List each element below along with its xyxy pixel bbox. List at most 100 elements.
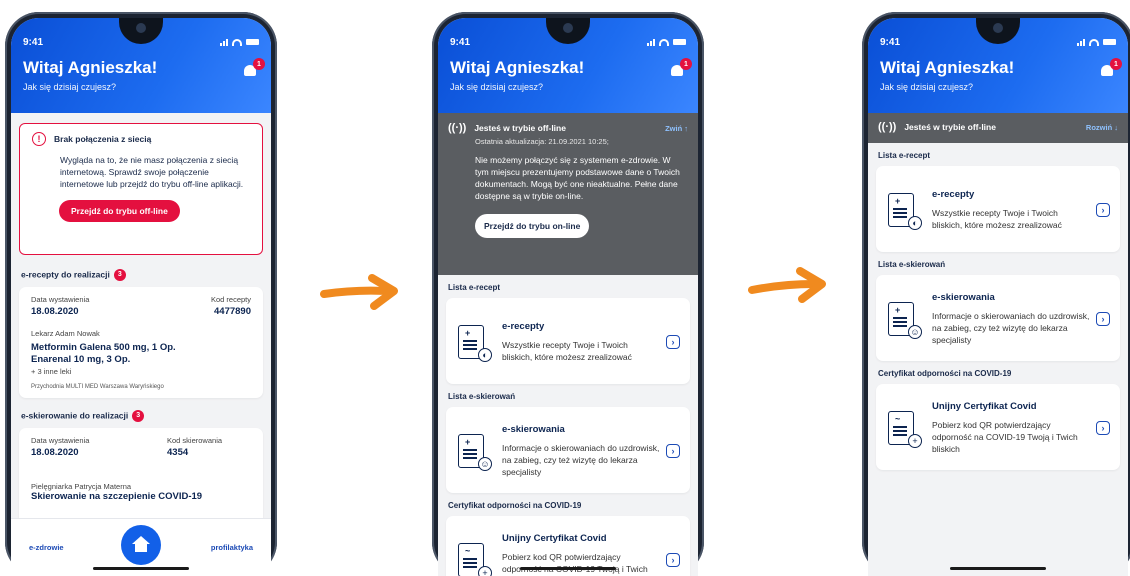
nav-e-zdrowie[interactable]: e-zdrowie xyxy=(29,543,64,552)
referrals-heading: e-skierowanie do realizacji 3 xyxy=(11,398,271,428)
card-title: e-recepty xyxy=(932,189,975,200)
chevron-right-icon[interactable]: › xyxy=(666,553,680,567)
card-title: e-recepty xyxy=(502,321,545,332)
date-label: Data wystawienia xyxy=(31,436,90,445)
code-label: Kod recepty xyxy=(210,295,251,304)
chevron-right-icon[interactable]: › xyxy=(666,335,680,349)
card-desc: Informacje o skierowaniach do uzdrowisk,… xyxy=(502,443,660,477)
clock: 9:41 xyxy=(450,36,471,48)
alert-title: Brak połączenia z siecią xyxy=(54,134,152,144)
phone-offline-expanded: 9:41 Witaj Agnieszka! Jak się dzisiaj cz… xyxy=(432,12,704,576)
e-referrals-card[interactable]: + ☺ e-skierowania Informacje o skierowania… xyxy=(446,407,690,493)
card-desc: Wszystkie recepty Twoje i Twoich bliskic… xyxy=(932,208,1062,230)
referrals-count: 3 xyxy=(132,410,145,422)
offline-signal-icon: ((·)) xyxy=(878,121,897,133)
referral-card[interactable]: Data wystawienia 18.08.2020 Kod skierowan… xyxy=(19,428,263,528)
offline-panel: ((·)) Jesteś w trybie off-line Zwiń ↑ Ost… xyxy=(438,113,698,275)
greeting-subtitle: Jak się dzisiaj czujesz? xyxy=(880,82,974,92)
greeting: Witaj Agnieszka! xyxy=(23,58,158,77)
collapse-toggle[interactable]: Zwiń ↑ xyxy=(665,124,688,133)
nav-profilaktyka[interactable]: profilaktyka xyxy=(211,543,253,552)
expand-toggle[interactable]: Rozwiń ↓ xyxy=(1086,123,1118,132)
chevron-right-icon[interactable]: › xyxy=(1096,312,1110,326)
section-heading: Certyfikat odporności na COVID-19 xyxy=(448,501,582,510)
greeting: Witaj Agnieszka! xyxy=(880,58,1015,77)
chevron-right-icon[interactable]: › xyxy=(666,444,680,458)
notification-badge: 1 xyxy=(1110,58,1122,70)
clock: 9:41 xyxy=(23,36,44,48)
bell-icon[interactable]: 1 xyxy=(670,58,692,79)
section-heading: Lista e-recept xyxy=(878,151,931,160)
prescription-card[interactable]: Data wystawienia 18.08.2020 Kod recepty 44… xyxy=(19,287,263,398)
notification-badge: 1 xyxy=(253,58,265,70)
offline-panel: ((·)) Jesteś w trybie off-line Rozwiń ↓ xyxy=(868,113,1128,143)
screen: 9:41 Witaj Agnieszka! Jak się dzisiaj cz… xyxy=(868,18,1128,576)
nurse-name: Pielęgniarka Patrycja Materna xyxy=(31,482,132,491)
arrow-right-icon xyxy=(320,274,398,310)
e-prescriptions-card[interactable]: + ◐ e-recepty Wszystkie recepty Twoje i Tw… xyxy=(446,298,690,384)
section-heading: Certyfikat odporności na COVID-19 xyxy=(878,369,1012,378)
e-prescriptions-card[interactable]: + ◐ e-recepty Wszystkie recepty Twoje i Tw… xyxy=(876,166,1120,252)
phone-offline-collapsed: 9:41 Witaj Agnieszka! Jak się dzisiaj cz… xyxy=(862,12,1130,576)
prescription-doc-icon: + ◐ xyxy=(458,325,492,362)
doctor-name: Lekarz Adam Nowak xyxy=(31,329,100,338)
card-desc: Informacje o skierowaniach do uzdrowisk,… xyxy=(932,311,1090,345)
warning-icon: ! xyxy=(32,132,46,146)
certificate-doc-icon: ~ + xyxy=(458,543,492,576)
last-update: Ostatnia aktualizacja: 21.09.2021 10:25; xyxy=(475,137,609,146)
prescriptions-heading: e-recepty do realizacji 3 xyxy=(11,255,271,287)
home-indicator xyxy=(950,567,1046,570)
card-title: Unijny Certyfikat Covid xyxy=(502,533,607,544)
battery-icon xyxy=(1103,39,1116,45)
alert-text: Wygląda na to, że nie masz połączenia z … xyxy=(60,155,244,189)
bell-icon[interactable]: 1 xyxy=(1100,58,1122,79)
card-desc: Pobierz kod QR potwierdzający odporność … xyxy=(932,420,1078,454)
greeting-subtitle: Jak się dzisiaj czujesz? xyxy=(23,82,117,92)
content: ((·)) Jesteś w trybie off-line Zwiń ↑ Ost… xyxy=(438,113,698,576)
home-button[interactable] xyxy=(121,525,161,565)
drug-line: Metformin Galena 500 mg, 1 Op. xyxy=(31,342,176,353)
offline-signal-icon: ((·)) xyxy=(448,122,467,134)
wifi-icon xyxy=(232,38,242,46)
chevron-right-icon[interactable]: › xyxy=(1096,421,1110,435)
home-indicator xyxy=(520,567,616,570)
section-heading: Lista e-skierowań xyxy=(448,392,516,401)
home-indicator xyxy=(93,567,189,570)
e-referrals-card[interactable]: + ☺ e-skierowania Informacje o skierowania… xyxy=(876,275,1120,361)
drug-line: Enarenal 10 mg, 3 Op. xyxy=(31,354,131,365)
prescriptions-count: 3 xyxy=(113,269,126,281)
phone-online-no-connection: 9:41 Witaj Agnieszka! Jak się dzisiaj cz… xyxy=(5,12,277,576)
notification-badge: 1 xyxy=(680,58,692,70)
offline-title: Jesteś w trybie off-line xyxy=(474,123,566,133)
content: ! Brak połączenia z siecią Wygląda na to,… xyxy=(11,113,271,576)
code-label: Kod skierowania xyxy=(167,436,223,445)
content: ((·)) Jesteś w trybie off-line Rozwiń ↓ L… xyxy=(868,113,1128,576)
card-title: e-skierowania xyxy=(932,292,995,303)
chevron-right-icon[interactable]: › xyxy=(1096,203,1110,217)
date-label: Data wystawienia xyxy=(31,295,90,304)
status-icons xyxy=(220,38,259,46)
section-heading: Lista e-skierowań xyxy=(878,260,946,269)
issue-date: 18.08.2020 xyxy=(31,306,79,317)
status-icons xyxy=(647,38,686,46)
status-icons xyxy=(1077,38,1116,46)
wifi-icon xyxy=(659,38,669,46)
no-connection-alert: ! Brak połączenia z siecią Wygląda na to,… xyxy=(19,123,263,255)
clock: 9:41 xyxy=(880,36,901,48)
arrow-right-icon xyxy=(748,267,826,303)
go-online-button[interactable]: Przejdź do trybu on-line xyxy=(475,214,590,238)
bell-icon[interactable]: 1 xyxy=(243,58,265,79)
referral-code: 4354 xyxy=(167,447,189,458)
issue-date: 18.08.2020 xyxy=(31,447,79,458)
battery-icon xyxy=(673,39,686,45)
card-title: e-skierowania xyxy=(502,424,565,435)
greeting: Witaj Agnieszka! xyxy=(450,58,585,77)
greeting-subtitle: Jak się dzisiaj czujesz? xyxy=(450,82,544,92)
clinic-name: Przychodnia MULTI MED Warszawa Waryńskie… xyxy=(31,384,164,390)
offline-text: Nie możemy połączyć się z systemem e-zdr… xyxy=(475,155,680,201)
certificate-doc-icon: ~ + xyxy=(888,411,922,448)
go-offline-button[interactable]: Przejdź do trybu off-line xyxy=(59,200,180,222)
covid-certificate-card[interactable]: ~ + Unijny Certyfikat Covid Pobierz kod QR… xyxy=(876,384,1120,470)
signal-icon xyxy=(220,38,228,46)
battery-icon xyxy=(246,39,259,45)
